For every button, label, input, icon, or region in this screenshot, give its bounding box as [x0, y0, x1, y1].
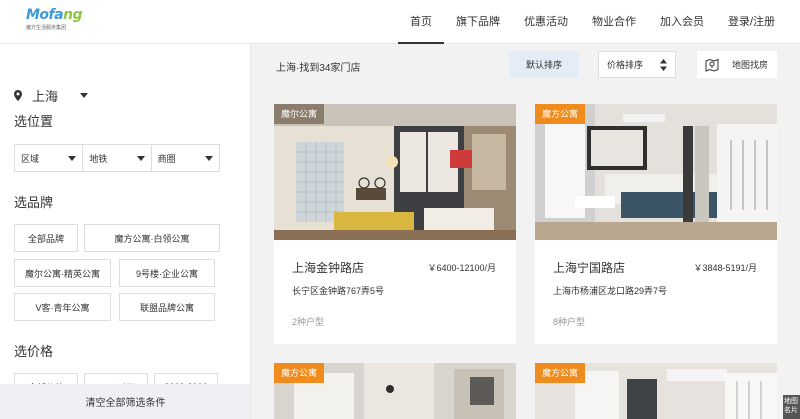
metro-dropdown[interactable]: 地铁	[83, 145, 152, 171]
brand-chip-all[interactable]: 全部品牌	[14, 224, 78, 252]
main-nav: 首页 旗下品牌 优惠活动 物业合作 加入会员 登录/注册	[398, 0, 787, 44]
store-name: 上海金钟路店	[292, 261, 365, 275]
store-card[interactable]: 魔方公寓	[535, 363, 777, 419]
price-sort-label: 价格排序	[607, 60, 644, 70]
metro-dropdown-label: 地铁	[89, 153, 108, 164]
location-section-title: 选位置	[14, 114, 54, 129]
map-icon	[705, 58, 719, 72]
location-dropdowns: 区域 地铁 商圈	[14, 144, 220, 172]
district-dropdown-label: 区域	[21, 153, 40, 164]
brand-chip-mofang[interactable]: 魔方公寓·白领公寓	[84, 224, 220, 252]
store-card[interactable]: 魔方公寓	[274, 363, 516, 419]
brand-badge: 魔方公寓	[274, 363, 325, 383]
district-dropdown[interactable]: 区域	[15, 145, 84, 171]
top-header: Mofang 魔方生活服务集团 首页 旗下品牌 优惠活动 物业合作 加入会员 登…	[0, 0, 800, 44]
clear-filters-button[interactable]: 清空全部筛选条件	[0, 384, 250, 419]
brand-badge: 魔方公寓	[535, 363, 586, 383]
nav-login-register[interactable]: 登录/注册	[716, 0, 787, 44]
map-card-side-tab[interactable]: 地图名片	[783, 395, 800, 419]
store-card-jinzhong[interactable]: 魔尔公寓 上海金钟路店 ￥6400-12100/月 长宁区金钟路767弄5号 2…	[274, 104, 516, 344]
store-photo	[535, 104, 777, 240]
chevron-down-icon	[136, 155, 145, 161]
room-type-count: 8种户型	[553, 317, 586, 327]
brand-chip-alliance[interactable]: 联盟品牌公寓	[119, 293, 215, 321]
nav-home[interactable]: 首页	[398, 0, 444, 44]
nav-join-member[interactable]: 加入会员	[648, 0, 716, 44]
logo-word: Mofang	[26, 7, 83, 23]
default-sort-button[interactable]: 默认排序	[509, 51, 579, 78]
brand-badge: 魔方公寓	[535, 104, 586, 124]
brand-badge: 魔尔公寓	[274, 104, 325, 124]
chevron-down-icon	[68, 155, 77, 161]
map-search-label: 地图找房	[732, 60, 769, 70]
map-search-button[interactable]: 地图找房	[697, 51, 777, 78]
location-pin-icon	[14, 90, 22, 101]
store-address: 长宁区金钟路767弄5号	[292, 286, 385, 296]
store-photo	[274, 104, 516, 240]
logo-tagline: 魔方生活服务集团	[26, 25, 67, 31]
chevron-down-icon	[80, 93, 89, 98]
store-price: ￥6400-12100/月	[427, 263, 496, 273]
nav-property-partnership[interactable]: 物业合作	[580, 0, 648, 44]
store-address: 上海市杨浦区龙口路29弄7号	[553, 286, 668, 296]
sort-arrows-icon	[660, 59, 667, 71]
store-card-ningguo[interactable]: 魔方公寓 上海宁国路店 ￥3848-5191/月 上海市杨浦区龙口路29弄7号 …	[535, 104, 777, 344]
business-area-dropdown-label: 商圈	[157, 153, 176, 164]
business-area-dropdown[interactable]: 商圈	[152, 145, 219, 171]
brand-section-title: 选品牌	[14, 195, 54, 210]
nav-brands[interactable]: 旗下品牌	[444, 0, 512, 44]
price-section-title: 选价格	[14, 344, 54, 359]
brand-chip-building9[interactable]: 9号楼·企业公寓	[119, 259, 215, 287]
result-count: 上海·找到34家门店	[276, 63, 361, 74]
store-name: 上海宁国路店	[553, 261, 626, 275]
city-name: 上海	[32, 89, 59, 104]
filter-sidebar: 上海 选位置 区域 地铁 商圈 选品牌 全部品牌 魔方公寓·白领公寓 魔尔公寓·…	[0, 44, 251, 419]
brand-chip-moer[interactable]: 魔尔公寓·精英公寓	[14, 259, 111, 287]
room-type-count: 2种户型	[292, 317, 325, 327]
nav-promotions[interactable]: 优惠活动	[512, 0, 580, 44]
store-price: ￥3848-5191/月	[693, 263, 757, 273]
logo[interactable]: Mofang 魔方生活服务集团	[26, 7, 83, 37]
chevron-down-icon	[204, 155, 213, 161]
city-selector[interactable]: 上海	[14, 86, 89, 105]
brand-chip-vke[interactable]: V客·青年公寓	[14, 293, 111, 321]
price-sort-button[interactable]: 价格排序	[598, 51, 676, 78]
